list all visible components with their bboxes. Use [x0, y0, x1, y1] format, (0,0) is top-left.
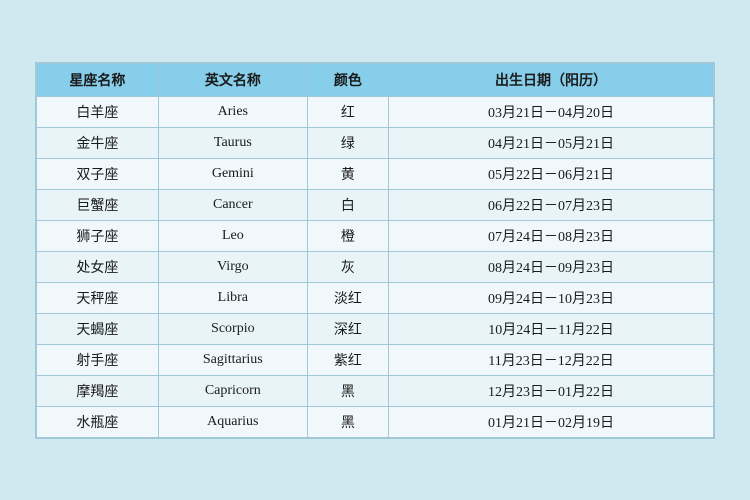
cell-color: 灰	[307, 251, 388, 282]
cell-english: Scorpio	[158, 313, 307, 344]
cell-date: 08月24日－09月23日	[389, 251, 714, 282]
cell-date: 05月22日－06月21日	[389, 158, 714, 189]
cell-english: Virgo	[158, 251, 307, 282]
cell-date: 01月21日－02月19日	[389, 406, 714, 437]
cell-date: 11月23日－12月22日	[389, 344, 714, 375]
cell-color: 黑	[307, 406, 388, 437]
cell-chinese: 天蝎座	[37, 313, 159, 344]
table-row: 巨蟹座Cancer白06月22日－07月23日	[37, 189, 714, 220]
cell-english: Capricorn	[158, 375, 307, 406]
cell-english: Taurus	[158, 127, 307, 158]
cell-chinese: 摩羯座	[37, 375, 159, 406]
cell-color: 橙	[307, 220, 388, 251]
header-english: 英文名称	[158, 63, 307, 96]
cell-chinese: 双子座	[37, 158, 159, 189]
cell-english: Leo	[158, 220, 307, 251]
cell-chinese: 天秤座	[37, 282, 159, 313]
cell-english: Cancer	[158, 189, 307, 220]
cell-chinese: 狮子座	[37, 220, 159, 251]
cell-date: 12月23日－01月22日	[389, 375, 714, 406]
cell-chinese: 水瓶座	[37, 406, 159, 437]
cell-date: 07月24日－08月23日	[389, 220, 714, 251]
table-row: 天秤座Libra淡红09月24日－10月23日	[37, 282, 714, 313]
cell-color: 淡红	[307, 282, 388, 313]
header-color: 颜色	[307, 63, 388, 96]
cell-color: 深红	[307, 313, 388, 344]
table-row: 天蝎座Scorpio深红10月24日－11月22日	[37, 313, 714, 344]
cell-color: 黑	[307, 375, 388, 406]
header-chinese: 星座名称	[37, 63, 159, 96]
cell-english: Libra	[158, 282, 307, 313]
cell-date: 03月21日－04月20日	[389, 96, 714, 127]
cell-chinese: 巨蟹座	[37, 189, 159, 220]
cell-chinese: 白羊座	[37, 96, 159, 127]
table-row: 水瓶座Aquarius黑01月21日－02月19日	[37, 406, 714, 437]
table-row: 狮子座Leo橙07月24日－08月23日	[37, 220, 714, 251]
header-date: 出生日期（阳历）	[389, 63, 714, 96]
cell-color: 紫红	[307, 344, 388, 375]
cell-english: Aquarius	[158, 406, 307, 437]
cell-color: 黄	[307, 158, 388, 189]
cell-color: 红	[307, 96, 388, 127]
table-row: 金牛座Taurus绿04月21日－05月21日	[37, 127, 714, 158]
table-row: 射手座Sagittarius紫红11月23日－12月22日	[37, 344, 714, 375]
cell-date: 06月22日－07月23日	[389, 189, 714, 220]
table-row: 摩羯座Capricorn黑12月23日－01月22日	[37, 375, 714, 406]
cell-chinese: 处女座	[37, 251, 159, 282]
zodiac-table-container: 星座名称 英文名称 颜色 出生日期（阳历） 白羊座Aries红03月21日－04…	[35, 62, 715, 439]
cell-date: 10月24日－11月22日	[389, 313, 714, 344]
cell-date: 09月24日－10月23日	[389, 282, 714, 313]
table-row: 处女座Virgo灰08月24日－09月23日	[37, 251, 714, 282]
table-row: 白羊座Aries红03月21日－04月20日	[37, 96, 714, 127]
cell-color: 绿	[307, 127, 388, 158]
zodiac-table: 星座名称 英文名称 颜色 出生日期（阳历） 白羊座Aries红03月21日－04…	[36, 63, 714, 438]
cell-english: Sagittarius	[158, 344, 307, 375]
cell-chinese: 金牛座	[37, 127, 159, 158]
cell-chinese: 射手座	[37, 344, 159, 375]
table-header-row: 星座名称 英文名称 颜色 出生日期（阳历）	[37, 63, 714, 96]
table-body: 白羊座Aries红03月21日－04月20日金牛座Taurus绿04月21日－0…	[37, 96, 714, 437]
cell-english: Gemini	[158, 158, 307, 189]
table-row: 双子座Gemini黄05月22日－06月21日	[37, 158, 714, 189]
cell-date: 04月21日－05月21日	[389, 127, 714, 158]
cell-english: Aries	[158, 96, 307, 127]
cell-color: 白	[307, 189, 388, 220]
